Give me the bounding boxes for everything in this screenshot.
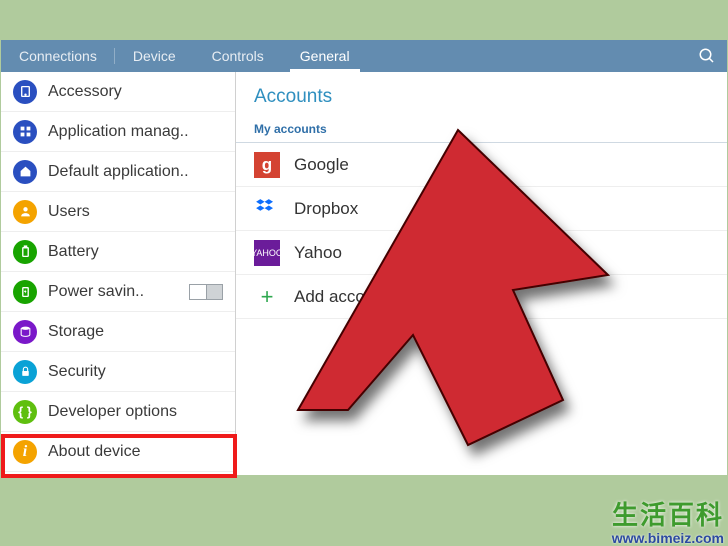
settings-window: Connections Device Controls General Acce… xyxy=(1,40,727,475)
watermark: 生活百科 www.bimeiz.com xyxy=(612,495,724,546)
sidebar-item-label: Battery xyxy=(48,243,99,261)
sidebar-item-application-manager[interactable]: Application manag.. xyxy=(1,112,235,152)
account-item-dropbox[interactable]: Dropbox xyxy=(236,187,727,231)
grid-icon xyxy=(13,120,37,144)
section-my-accounts: My accounts xyxy=(236,122,727,143)
google-icon: g xyxy=(254,152,280,178)
account-label: Dropbox xyxy=(294,199,358,219)
sidebar-item-developer-options[interactable]: { } Developer options xyxy=(1,392,235,432)
account-item-add[interactable]: + Add account xyxy=(236,275,727,319)
sidebar-item-label: Application manag.. xyxy=(48,123,189,141)
tab-controls[interactable]: Controls xyxy=(194,40,282,72)
search-button[interactable] xyxy=(687,47,727,65)
account-label: Google xyxy=(294,155,349,175)
content-area: Accessory Application manag.. Default ap… xyxy=(1,72,727,475)
watermark-url: www.bimeiz.com xyxy=(612,530,724,546)
power-saving-toggle[interactable] xyxy=(189,284,223,300)
sidebar-item-label: Accessory xyxy=(48,83,122,101)
tab-label: Controls xyxy=(212,48,264,64)
sidebar-item-label: About device xyxy=(48,443,141,461)
user-icon xyxy=(13,200,37,224)
tab-label: Device xyxy=(133,48,176,64)
sidebar-item-security[interactable]: Security xyxy=(1,352,235,392)
search-icon xyxy=(698,47,716,65)
sidebar-item-default-application[interactable]: Default application.. xyxy=(1,152,235,192)
storage-icon xyxy=(13,320,37,344)
account-item-yahoo[interactable]: YAHOO Yahoo xyxy=(236,231,727,275)
sidebar-item-label: Storage xyxy=(48,323,104,341)
tab-label: Connections xyxy=(19,48,97,64)
sidebar-item-battery[interactable]: Battery xyxy=(1,232,235,272)
sidebar-item-label: Power savin.. xyxy=(48,283,144,301)
sidebar: Accessory Application manag.. Default ap… xyxy=(1,72,236,475)
battery-icon xyxy=(13,240,37,264)
account-label: Add account xyxy=(294,287,389,307)
tab-bar: Connections Device Controls General xyxy=(1,40,727,72)
sidebar-item-power-saving[interactable]: Power savin.. xyxy=(1,272,235,312)
sidebar-item-storage[interactable]: Storage xyxy=(1,312,235,352)
tab-device[interactable]: Device xyxy=(115,40,194,72)
home-icon xyxy=(13,160,37,184)
plus-icon: + xyxy=(254,284,280,310)
lock-icon xyxy=(13,360,37,384)
watermark-title: 生活百科 xyxy=(612,495,724,532)
sidebar-item-label: Security xyxy=(48,363,106,381)
sidebar-item-users[interactable]: Users xyxy=(1,192,235,232)
account-item-google[interactable]: g Google xyxy=(236,143,727,187)
tablet-icon xyxy=(13,80,37,104)
sidebar-item-label: Default application.. xyxy=(48,163,189,181)
tab-connections[interactable]: Connections xyxy=(1,40,115,72)
yahoo-icon: YAHOO xyxy=(254,240,280,266)
account-label: Yahoo xyxy=(294,243,342,263)
main-panel: Accounts My accounts g Google Dropbox YA… xyxy=(236,72,727,475)
tab-label: General xyxy=(300,48,350,64)
power-saving-icon xyxy=(13,280,37,304)
page-title: Accounts xyxy=(254,86,709,108)
code-braces-icon: { } xyxy=(13,400,37,424)
sidebar-item-about-device[interactable]: i About device xyxy=(1,432,235,472)
sidebar-item-label: Users xyxy=(48,203,90,221)
sidebar-item-label: Developer options xyxy=(48,403,177,421)
dropbox-icon xyxy=(254,196,280,222)
sidebar-item-accessory[interactable]: Accessory xyxy=(1,72,235,112)
tab-general[interactable]: General xyxy=(282,40,368,72)
info-icon: i xyxy=(13,440,37,464)
